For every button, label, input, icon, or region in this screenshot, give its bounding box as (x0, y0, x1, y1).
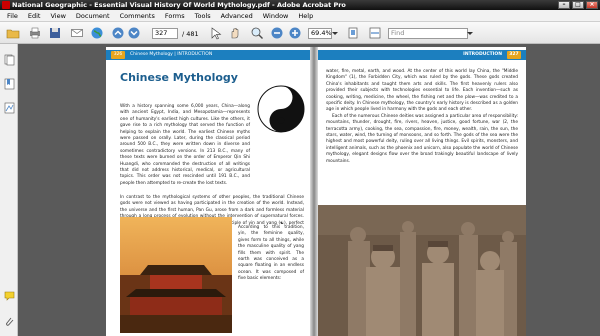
left-header-text: Chinese Mythology | INTRODUCTION (130, 52, 213, 57)
page-total: / 481 (182, 30, 199, 38)
left-column-text: According to this tradition, yin, the fe… (238, 225, 304, 282)
right-page-text: water, fire, metal, earth, and wood. At … (326, 69, 518, 165)
save-icon[interactable] (48, 26, 62, 40)
toolbar: 327 / 481 69.4% Find (0, 22, 600, 44)
chapter-title: Chinese Mythology (120, 71, 238, 84)
left-paragraph-1-text: With a history spanning some 6,000 years… (120, 104, 250, 186)
title-bar: National Geographic - Essential Visual H… (0, 0, 600, 10)
right-paragraph-1: water, fire, metal, earth, and wood. At … (326, 69, 518, 113)
menu-view[interactable]: View (45, 12, 70, 20)
left-page: 326 Chinese Mythology | INTRODUCTION Chi… (106, 47, 310, 336)
page-number-input[interactable]: 327 (152, 28, 178, 39)
bookmarks-panel-icon[interactable] (4, 78, 15, 90)
next-page-icon[interactable] (127, 26, 141, 40)
zoom-out-icon[interactable] (270, 26, 284, 40)
window-title: National Geographic - Essential Visual H… (12, 1, 346, 9)
comments-panel-icon[interactable] (4, 290, 15, 302)
find-input[interactable]: Find (388, 28, 468, 39)
left-page-header: 326 Chinese Mythology | INTRODUCTION (106, 50, 310, 60)
chevron-down-icon[interactable] (331, 26, 339, 40)
menu-file[interactable]: File (2, 12, 23, 20)
fit-page-icon[interactable] (346, 26, 360, 40)
menu-forms[interactable]: Forms (160, 12, 190, 20)
right-page-header: INTRODUCTION 327 (318, 50, 526, 60)
fit-width-icon[interactable] (368, 26, 382, 40)
menu-tools[interactable]: Tools (190, 12, 216, 20)
menu-advanced[interactable]: Advanced (216, 12, 258, 20)
forbidden-city-photo (120, 217, 232, 333)
email-icon[interactable] (70, 26, 84, 40)
globe-icon[interactable] (90, 26, 104, 40)
menu-document[interactable]: Document (71, 12, 115, 20)
window-controls: – □ × (558, 1, 598, 9)
document-area[interactable]: 326 Chinese Mythology | INTRODUCTION Chi… (18, 44, 600, 336)
open-folder-icon[interactable] (6, 26, 20, 40)
left-paragraph-1: With a history spanning some 6,000 years… (120, 104, 304, 187)
menu-bar: File Edit View Document Comments Forms T… (0, 10, 600, 22)
menu-window[interactable]: Window (258, 12, 294, 20)
zoom-in-icon[interactable] (288, 26, 302, 40)
page-gutter (310, 47, 318, 336)
left-page-number: 326 (111, 51, 125, 59)
maximize-button[interactable]: □ (572, 1, 584, 9)
select-arrow-icon[interactable] (208, 26, 222, 40)
right-paragraph-2: Each of the numerous Chinese deities was… (326, 113, 518, 164)
close-button[interactable]: × (586, 1, 598, 9)
find-dropdown-icon[interactable] (466, 26, 474, 40)
navigation-pane (0, 44, 18, 336)
minimize-button[interactable]: – (558, 1, 570, 9)
attachments-panel-icon[interactable] (4, 316, 15, 328)
right-header-text: INTRODUCTION (463, 52, 502, 57)
menu-help[interactable]: Help (293, 12, 318, 20)
zoom-level-input[interactable]: 69.4% (308, 28, 332, 39)
previous-page-icon[interactable] (111, 26, 125, 40)
signatures-panel-icon[interactable] (4, 102, 15, 114)
hand-tool-icon[interactable] (228, 26, 242, 40)
menu-comments[interactable]: Comments (115, 12, 160, 20)
pdf-page-spread: 326 Chinese Mythology | INTRODUCTION Chi… (106, 47, 526, 336)
acrobat-app-icon (2, 1, 10, 9)
right-page: INTRODUCTION 327 water, fire, metal, ear… (318, 47, 526, 336)
menu-edit[interactable]: Edit (23, 12, 46, 20)
print-icon[interactable] (28, 26, 42, 40)
terracotta-army-photo (318, 205, 526, 336)
pages-panel-icon[interactable] (4, 54, 15, 66)
right-page-number: 327 (507, 51, 521, 59)
marquee-zoom-icon[interactable] (250, 26, 264, 40)
